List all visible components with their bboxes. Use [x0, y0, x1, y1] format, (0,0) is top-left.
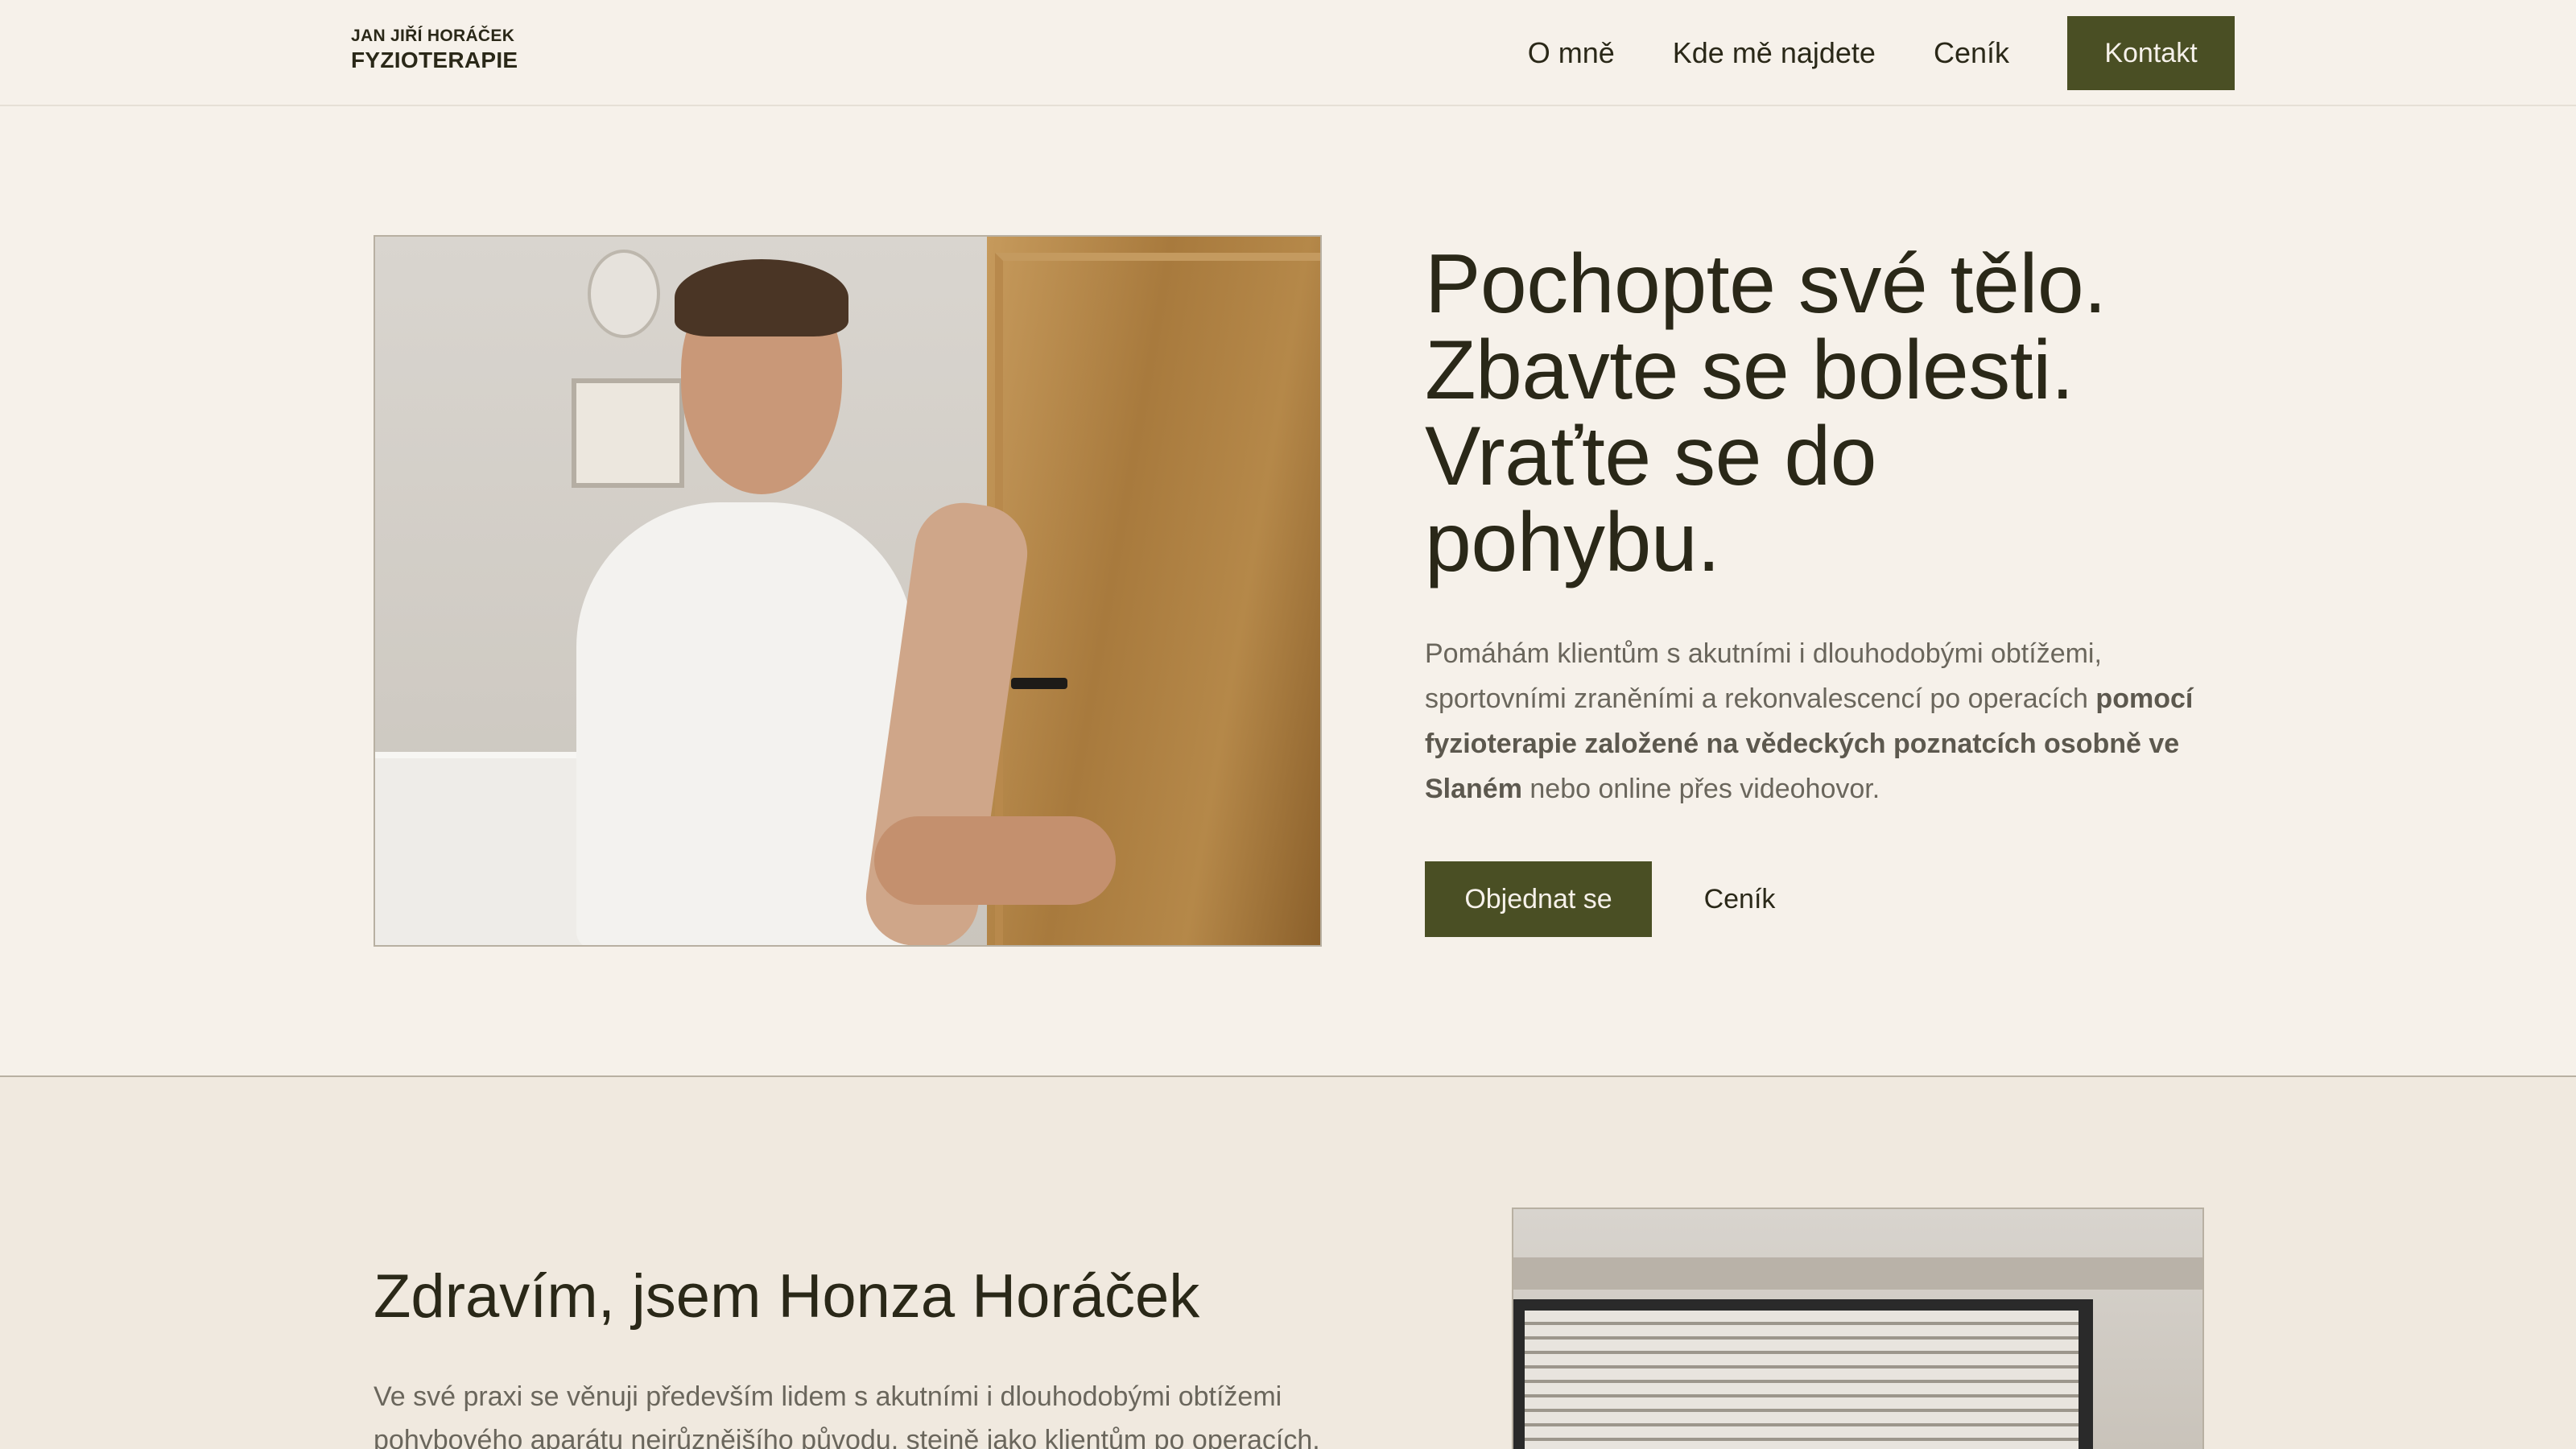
logo-name: JAN JIŘÍ HORÁČEK	[351, 27, 515, 45]
nav-link-pricing[interactable]: Ceník	[1934, 36, 2009, 70]
main-nav: O mně Kde mě najdete Ceník Kontakt	[1528, 16, 2235, 90]
about-text: Ve své praxi se věnuji především lidem s…	[374, 1381, 1320, 1449]
photo-wall-clock	[588, 250, 660, 338]
hero-title-line: Vraťte se do	[1425, 410, 1877, 503]
hero-title-line: Pochopte své tělo.	[1425, 237, 2107, 331]
about-title: Zdravím, jsem Honza Horáček	[374, 1262, 1200, 1331]
book-appointment-button[interactable]: Objednat se	[1425, 861, 1652, 937]
hero-title-line: pohybu.	[1425, 496, 1720, 589]
hero-description: Pomáhám klientům s akutními i dlouhodobý…	[1425, 631, 2230, 811]
about-photo	[1512, 1208, 2204, 1449]
photo-person-shirt	[576, 502, 914, 945]
hero-title: Pochopte své tělo. Zbavte se bolesti. Vr…	[1425, 242, 2230, 586]
contact-button[interactable]: Kontakt	[2067, 16, 2235, 90]
hero-title-line: Zbavte se bolesti.	[1425, 324, 2074, 417]
about-section: Zdravím, jsem Honza Horáček Ve své praxi…	[0, 1075, 2576, 1449]
logo[interactable]: JAN JIŘÍ HORÁČEK FYZIOTERAPIE	[351, 26, 518, 74]
nav-link-location[interactable]: Kde mě najdete	[1673, 36, 1876, 70]
photo-window-ledge	[1513, 1257, 2202, 1290]
photo-person-hair	[675, 259, 848, 336]
photo-certificate	[572, 378, 684, 488]
logo-title: FYZIOTERAPIE	[351, 47, 518, 72]
nav-link-about[interactable]: O mně	[1528, 36, 1615, 70]
hero-text-part: Pomáhám klientům s akutními i dlouhodobý…	[1425, 638, 2102, 714]
photo-window-blinds	[1513, 1299, 2093, 1449]
pricing-link[interactable]: Ceník	[1679, 861, 1800, 937]
site-header: JAN JIŘÍ HORÁČEK FYZIOTERAPIE O mně Kde …	[0, 0, 2576, 106]
hero-text-part: nebo online přes videohovor.	[1521, 774, 1880, 804]
photo-door-handle	[1011, 678, 1067, 689]
photo-person-arm	[874, 816, 1116, 905]
hero-photo	[374, 235, 1322, 947]
